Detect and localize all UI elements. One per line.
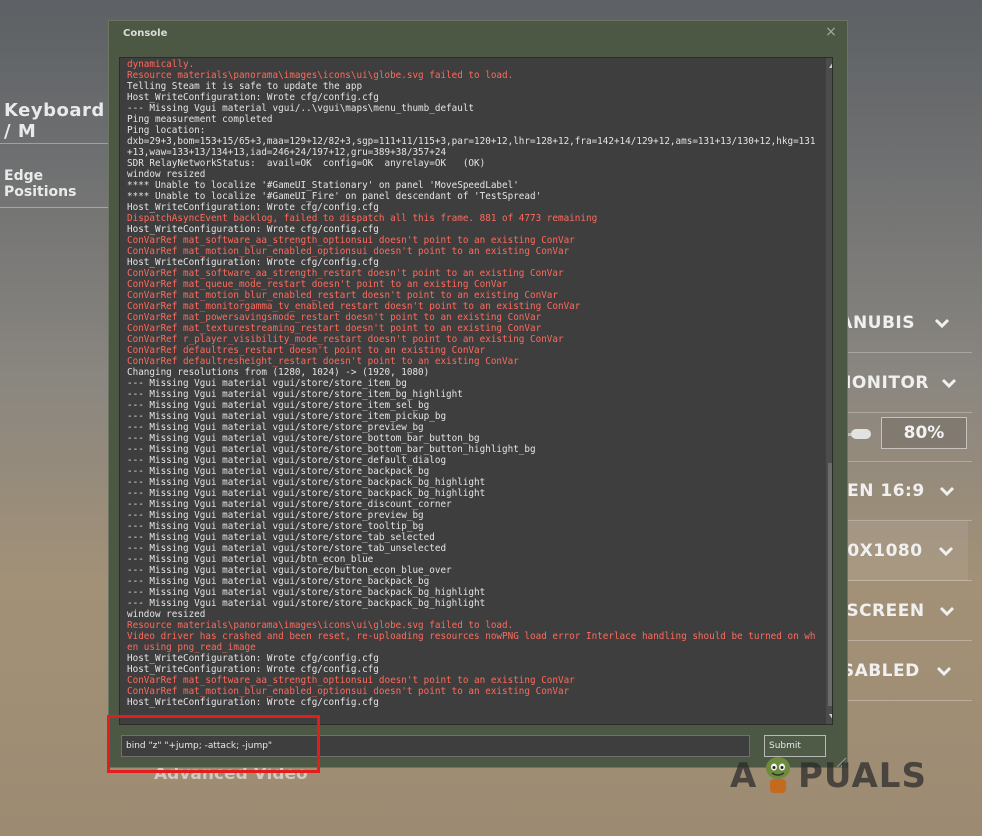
log-line-error: Video driver has crashed and been reset,… [127,631,816,653]
log-scroll-thumb[interactable] [828,463,832,706]
console-log: dynamically. Resource materials\panorama\… [127,59,817,708]
log-line-error: ConVarRef mat_software_aa_strength_optio… [127,235,575,246]
brightness-slider-thumb[interactable] [851,429,871,439]
log-line-error: ConVarRef defaultres_restart doesn't poi… [127,345,486,356]
highlight-annotation-box [107,715,320,773]
chevron-down-icon [935,541,957,561]
log-line: --- Missing Vgui material vgui/store/sto… [127,455,447,466]
log-line: --- Missing Vgui material vgui/store/sto… [127,422,424,433]
option-label: 20X1080 [835,541,923,561]
log-line: Host_WriteConfiguration: Wrote cfg/confi… [127,224,379,235]
chevron-down-icon [932,661,957,681]
subtitle-divider [0,207,110,208]
log-line-error: ConVarRef mat_monitorgamma_tv_enabled_re… [127,301,581,312]
log-line: Host_WriteConfiguration: Wrote cfg/confi… [127,653,379,664]
log-line: --- Missing Vgui material vgui/store/sto… [127,389,463,400]
log-line-error: ConVarRef mat_queue_mode_restart doesn't… [127,279,508,290]
log-line: --- Missing Vgui material vgui/store/sto… [127,532,435,543]
brightness-value-box[interactable]: 80% [881,417,967,449]
log-line: --- Missing Vgui material vgui/store/sto… [127,598,486,609]
log-line: --- Missing Vgui material vgui/store/sto… [127,378,407,389]
option-divider [835,412,972,413]
option-aspect-ratio-dropdown[interactable]: EEN 16:9 [835,461,975,521]
option-label: LSCREEN [835,601,925,621]
log-line-error: ConVarRef mat_software_aa_strength_optio… [127,675,575,686]
log-line: Host_WriteConfiguration: Wrote cfg/confi… [127,664,379,675]
option-label: EEN 16:9 [835,481,925,501]
option-divider [835,700,972,701]
log-line: window resized [127,609,206,620]
scroll-up-arrow-icon[interactable] [826,58,832,72]
option-power-saving-dropdown[interactable]: ISABLED [835,641,975,701]
log-line-error: Resource materials\panorama\images\icons… [127,70,514,81]
log-line: --- Missing Vgui material vgui/store/sto… [127,444,536,455]
log-line-error: ConVarRef mat_software_aa_strength_resta… [127,268,564,279]
log-line: --- Missing Vgui material vgui/store/sto… [127,488,486,499]
log-line: Ping location: [127,125,206,136]
option-display-dropdown[interactable]: MONITOR [834,353,975,413]
log-line: --- Missing Vgui material vgui/store/sto… [127,543,447,554]
log-line-error: ConVarRef mat_motion_blur_enabled_restar… [127,290,558,301]
log-line: Host_WriteConfiguration: Wrote cfg/confi… [127,257,379,268]
log-line: --- Missing Vgui material vgui/store/sto… [127,521,424,532]
log-line: --- Missing Vgui material vgui/store/but… [127,565,452,576]
appuals-watermark: A PUALS [730,752,950,800]
log-line-error: ConVarRef mat_texturestreaming_restart d… [127,323,542,334]
log-line-error: ConVarRef mat_powersavingsmode_restart d… [127,312,542,323]
log-line: --- Missing Vgui material vgui/store/sto… [127,576,430,587]
brightness-slider-row: 80% [835,415,975,455]
log-line: Host_WriteConfiguration: Wrote cfg/confi… [127,92,379,103]
console-log-panel: dynamically. Resource materials\panorama\… [119,57,833,725]
log-line-error: Resource materials\panorama\images\icons… [127,620,514,631]
log-line-error: ConVarRef defaultresheight_restart doesn… [127,356,519,367]
log-line: Host_WriteConfiguration: Wrote cfg/confi… [127,697,379,708]
console-title: Console [123,28,168,39]
option-label: ANUBIS [839,313,915,333]
log-line: --- Missing Vgui material vgui/store/sto… [127,477,486,488]
log-line: **** Unable to localize '#GameUI_Fire' o… [127,191,542,202]
watermark-text-left: A [730,756,758,796]
log-line-error: DispatchAsyncEvent backlog, failed to di… [127,213,598,224]
log-line: dxb=29+3,bom=153+15/65+3,maa=129+12/82+3… [127,136,816,158]
log-line: --- Missing Vgui material vgui/store/sto… [127,466,430,477]
section-title: Keyboard / M [4,100,105,142]
watermark-text-right: PUALS [798,756,927,796]
log-line: --- Missing Vgui material vgui/store/sto… [127,510,424,521]
option-display-mode-dropdown[interactable]: LSCREEN [835,581,975,641]
log-line: --- Missing Vgui material vgui/..\vgui\m… [127,103,475,114]
chevron-down-icon [937,601,957,621]
log-line: window resized [127,169,206,180]
log-line: --- Missing Vgui material vgui/btn_econ_… [127,554,374,565]
section-subtitle[interactable]: Edge Positions [0,168,114,200]
scroll-down-arrow-icon[interactable] [826,710,832,724]
log-line-error: ConVarRef mat_motion_blur_enabled_option… [127,686,570,697]
option-map-dropdown[interactable]: ANUBIS [835,293,975,353]
log-scrollbar[interactable] [826,58,832,724]
appuals-mascot-icon [760,754,796,800]
log-line: --- Missing Vgui material vgui/store/sto… [127,400,430,411]
chevron-down-icon [937,481,957,501]
log-line: **** Unable to localize '#GameUI_Station… [127,180,519,191]
log-line: --- Missing Vgui material vgui/store/sto… [127,499,452,510]
chevron-down-icon [941,373,957,393]
log-line-error: ConVarRef r_player_visibility_mode_resta… [127,334,564,345]
chevron-down-icon [927,313,957,333]
log-line: Changing resolutions from (1280, 1024) -… [127,367,430,378]
log-line: --- Missing Vgui material vgui/store/sto… [127,587,486,598]
console-titlebar[interactable]: Console × [109,21,847,45]
log-line: Host_WriteConfiguration: Wrote cfg/confi… [127,202,379,213]
log-line: Ping measurement completed [127,114,273,125]
log-line-error: dynamically. [127,59,195,70]
close-icon[interactable]: × [823,24,839,40]
log-line: SDR RelayNetworkStatus: avail=OK config=… [127,158,486,169]
option-resolution-dropdown[interactable]: 20X1080 [835,521,975,581]
log-line: --- Missing Vgui material vgui/store/sto… [127,411,447,422]
log-line: Telling Steam it is safe to update the a… [127,81,363,92]
option-label: MONITOR [834,373,929,393]
log-line-error: ConVarRef mat_motion_blur_enabled_option… [127,246,570,257]
log-line: --- Missing Vgui material vgui/store/sto… [127,433,480,444]
header-divider [0,143,110,144]
console-window: Console × dynamically. Resource materials… [108,20,848,768]
